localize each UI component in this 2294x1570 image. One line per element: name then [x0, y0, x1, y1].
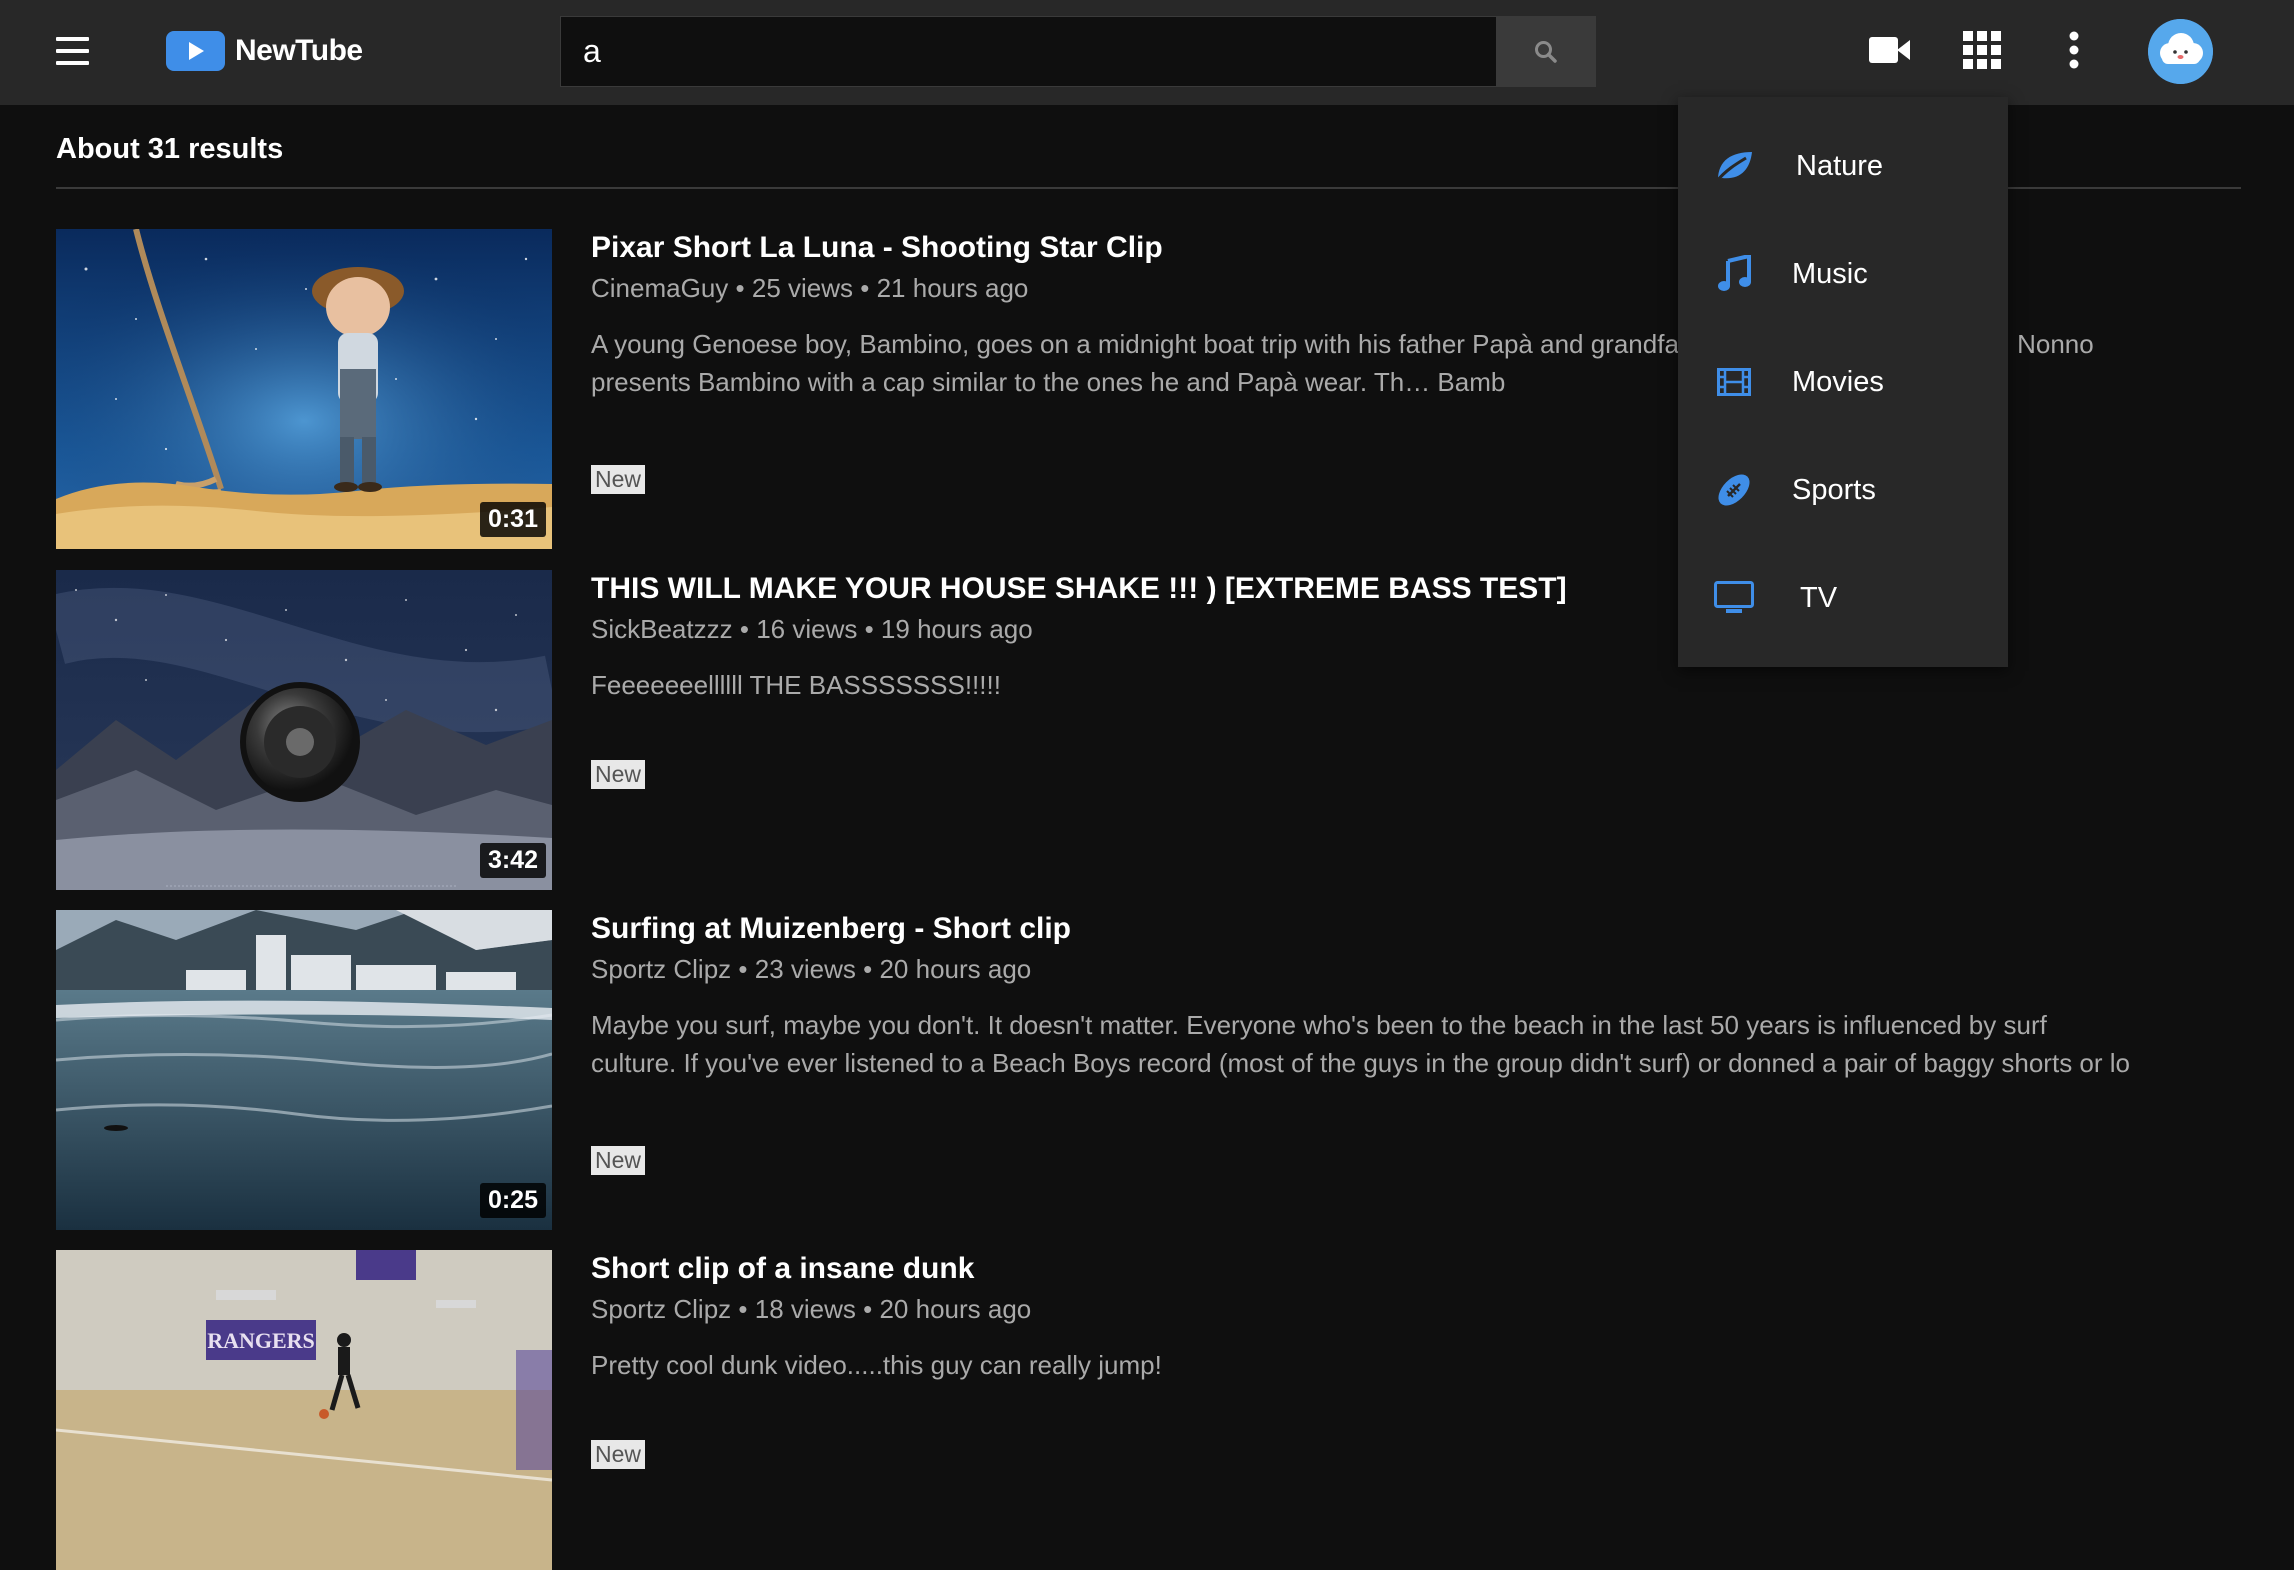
video-channel[interactable]: Sportz Clipz	[591, 954, 731, 984]
logo[interactable]: NewTube	[166, 31, 363, 71]
meta-separator: •	[864, 614, 874, 644]
category-dropdown: Nature Music Movies Sports TV	[1678, 97, 2008, 667]
video-views: 23 views	[754, 954, 856, 984]
menu-item-sports[interactable]: Sports	[1678, 436, 2008, 544]
video-result: RANGERS Short clip of a insane dunk Spor…	[56, 1250, 2156, 1570]
video-channel[interactable]: Sportz Clipz	[591, 1294, 731, 1324]
meta-separator: •	[863, 1294, 873, 1324]
new-badge: New	[591, 1146, 646, 1175]
meta-separator: •	[738, 954, 748, 984]
meta-separator: •	[739, 614, 749, 644]
video-title[interactable]: Pixar Short La Luna - Shooting Star Clip	[591, 231, 1163, 265]
video-title[interactable]: Surfing at Muizenberg - Short clip	[591, 912, 1071, 946]
video-thumbnail[interactable]: 0:25	[56, 910, 552, 1230]
video-meta: Sportz Clipz • 18 views • 20 hours ago	[591, 1294, 1031, 1325]
play-logo-icon	[166, 31, 225, 71]
football-icon	[1714, 470, 1754, 510]
video-title[interactable]: Short clip of a insane dunk	[591, 1252, 974, 1286]
video-thumbnail[interactable]: 0:31	[56, 229, 552, 549]
avatar[interactable]	[2148, 19, 2213, 84]
video-thumbnail[interactable]: RANGERS	[56, 1250, 552, 1570]
music-note-icon	[1714, 254, 1754, 294]
video-meta: Sportz Clipz • 23 views • 20 hours ago	[591, 954, 1031, 985]
menu-item-tv[interactable]: TV	[1678, 544, 2008, 652]
video-description: Feeeeeeellllll THE BASSSSSSS!!!!!	[591, 670, 1001, 700]
video-meta: SickBeatzzz • 16 views • 19 hours ago	[591, 614, 1033, 645]
tv-icon	[1714, 578, 1754, 618]
new-badge: New	[591, 760, 646, 789]
search-button[interactable]	[1496, 16, 1596, 87]
video-views: 25 views	[751, 273, 854, 303]
apps-grid-icon[interactable]	[1960, 28, 2004, 72]
meta-separator: •	[738, 1294, 748, 1324]
menu-item-label: Movies	[1792, 365, 1884, 398]
video-description: Maybe you surf, maybe you don't. It does…	[591, 1010, 2130, 1078]
menu-item-label: TV	[1800, 581, 1838, 614]
new-badge: New	[591, 1440, 646, 1469]
top-bar: NewTube	[0, 0, 2294, 105]
video-views: 18 views	[754, 1294, 856, 1324]
video-age: 19 hours ago	[880, 614, 1033, 644]
hamburger-menu-icon[interactable]	[56, 35, 89, 67]
search-box	[560, 16, 1496, 87]
video-age: 21 hours ago	[876, 273, 1029, 303]
video-description: Pretty cool dunk video.....this guy can …	[591, 1350, 1162, 1380]
video-duration: 0:25	[479, 1183, 546, 1218]
menu-item-label: Sports	[1792, 473, 1876, 506]
search-input[interactable]	[581, 32, 1496, 71]
menu-item-label: Nature	[1796, 149, 1884, 182]
menu-item-nature[interactable]: Nature	[1678, 112, 2008, 220]
menu-item-movies[interactable]: Movies	[1678, 328, 2008, 436]
video-meta: CinemaGuy • 25 views • 21 hours ago	[591, 273, 1028, 304]
video-title[interactable]: THIS WILL MAKE YOUR HOUSE SHAKE !!! ) [E…	[591, 572, 1567, 606]
meta-separator: •	[863, 954, 873, 984]
more-vertical-icon[interactable]	[2052, 28, 2096, 72]
menu-item-music[interactable]: Music	[1678, 220, 2008, 328]
film-icon	[1714, 362, 1754, 402]
video-channel[interactable]: SickBeatzzz	[591, 614, 733, 644]
logo-text: NewTube	[235, 34, 363, 67]
video-duration: 3:42	[479, 843, 546, 878]
video-thumbnail[interactable]: 3:42	[56, 570, 552, 890]
menu-item-label: Music	[1792, 257, 1868, 290]
svg-text:RANGERS: RANGERS	[207, 1328, 315, 1353]
video-result: 0:25 Surfing at Muizenberg - Short clip …	[56, 910, 2156, 1230]
meta-separator: •	[860, 273, 870, 303]
search-icon	[1535, 40, 1557, 63]
video-age: 20 hours ago	[879, 1294, 1032, 1324]
video-views: 16 views	[756, 614, 858, 644]
video-camera-icon[interactable]	[1868, 28, 1912, 72]
video-channel[interactable]: CinemaGuy	[591, 273, 728, 303]
new-badge: New	[591, 465, 646, 494]
meta-separator: •	[735, 273, 745, 303]
video-age: 20 hours ago	[879, 954, 1032, 984]
video-duration: 0:31	[479, 502, 546, 537]
leaf-icon	[1714, 146, 1754, 186]
results-count: About 31 results	[56, 133, 284, 165]
